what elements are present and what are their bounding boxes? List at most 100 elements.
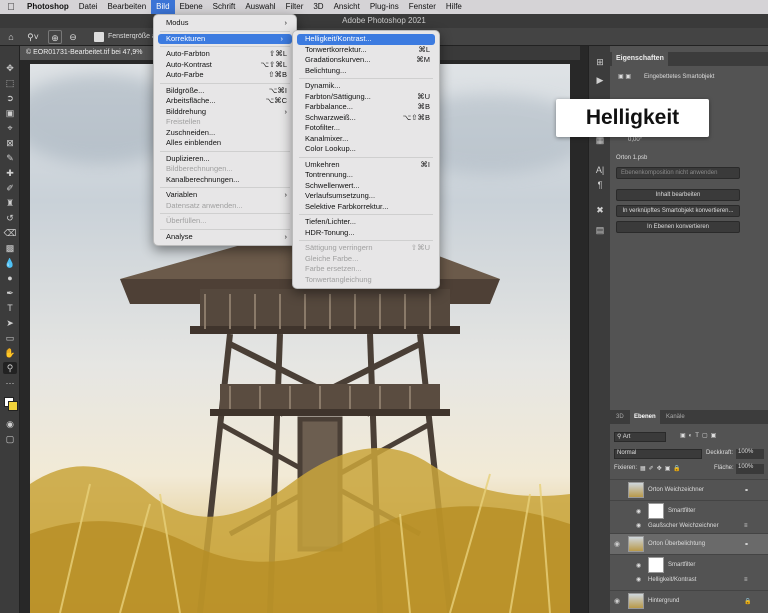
korrekturen-item-belichtung[interactable]: Belichtung...	[293, 66, 439, 77]
apple-icon[interactable]: 	[0, 2, 22, 13]
convert-linked-button[interactable]: In verknüpftes Smartobjekt konvertieren.…	[616, 205, 740, 217]
menu-hilfe[interactable]: Hilfe	[441, 0, 467, 14]
history-panel-icon[interactable]: ⊞	[593, 56, 607, 68]
path-select-tool-icon[interactable]: ➤	[3, 317, 17, 329]
layer-row-hintergrund[interactable]: ◉ Hintergrund 🔒	[610, 590, 768, 611]
pen-tool-icon[interactable]: ✒	[3, 287, 17, 299]
bild-item-analyse[interactable]: Analyse ›	[154, 232, 296, 243]
bild-item-arbeitsfläche[interactable]: Arbeitsfläche... ⌥⌘C	[154, 96, 296, 107]
type-tool-icon[interactable]: T	[3, 302, 17, 314]
korrekturen-item-schwarzweiß[interactable]: Schwarzweiß... ⌥⇧⌘B	[293, 113, 439, 124]
fit-window-checkbox[interactable]	[94, 31, 104, 42]
korrekturen-item-verlaufsumsetzung[interactable]: Verlaufsumsetzung...	[293, 191, 439, 202]
bild-item-bilddrehung[interactable]: Bilddrehung ›	[154, 107, 296, 118]
korrekturen-item-dynamik[interactable]: Dynamik...	[293, 81, 439, 92]
visibility-eye-icon[interactable]: ◉	[614, 540, 620, 548]
bild-item-modus[interactable]: Modus ›	[154, 18, 296, 29]
korrekturen-item-gradationskurven[interactable]: Gradationskurven... ⌘M	[293, 55, 439, 66]
paragraph-panel-icon[interactable]: ¶	[593, 179, 607, 191]
eyedropper-tool-icon[interactable]: ✎	[3, 152, 17, 164]
visibility-eye-icon[interactable]: ◉	[636, 562, 641, 569]
rectangle-tool-icon[interactable]: ▭	[3, 332, 17, 344]
bild-item-zuschneiden[interactable]: Zuschneiden...	[154, 128, 296, 139]
opacity-input[interactable]: 100%	[736, 449, 764, 459]
app-menu[interactable]: Photoshop	[22, 0, 74, 14]
visibility-eye-icon[interactable]: ◉	[614, 597, 620, 605]
tab-3d[interactable]: 3D	[612, 410, 628, 424]
history-brush-tool-icon[interactable]: ↺	[3, 212, 17, 224]
blend-mode-select[interactable]: Normal	[614, 449, 702, 459]
korrekturen-item-tiefen-lichter[interactable]: Tiefen/Lichter...	[293, 217, 439, 228]
clone-stamp-tool-icon[interactable]: ♜	[3, 197, 17, 209]
layer-row-helligkeit-kontrast[interactable]: ◉ Helligkeit/Kontrast ≡	[610, 575, 768, 587]
menu-datei[interactable]: Datei	[74, 0, 103, 14]
korrekturen-item-helligkeit-kontrast[interactable]: Helligkeit/Kontrast...	[297, 34, 435, 45]
dodge-tool-icon[interactable]: ●	[3, 272, 17, 284]
zoom-tool-icon[interactable]: ⚲	[3, 362, 17, 374]
tab-eigenschaften[interactable]: Eigenschaften	[612, 52, 668, 66]
zoom-in-icon[interactable]: ⊕	[48, 29, 62, 44]
layer-comp-select[interactable]: Ebenenkomposition nicht anwenden	[616, 167, 740, 179]
angle-value[interactable]: 0,00°	[628, 137, 642, 143]
bild-item-variablen[interactable]: Variablen ›	[154, 190, 296, 201]
korrekturen-item-schwellenwert[interactable]: Schwellenwert...	[293, 181, 439, 192]
visibility-eye-icon[interactable]: ◉	[636, 522, 641, 529]
layer-row-orton-weichzeichner[interactable]: Orton Weichzeichner ⚭	[610, 479, 768, 500]
bild-item-auto-kontrast[interactable]: Auto-Kontrast ⌥⇧⌘L	[154, 60, 296, 71]
character-panel-icon[interactable]: A|	[593, 164, 607, 176]
korrekturen-item-tontrennung[interactable]: Tontrennung...	[293, 170, 439, 181]
fill-input[interactable]: 100%	[736, 464, 764, 474]
menu-bearbeiten[interactable]: Bearbeiten	[102, 0, 151, 14]
lock-icons[interactable]: ▦✐✥▣🔒	[640, 465, 684, 472]
brush-settings-panel-icon[interactable]: ✖	[593, 204, 607, 216]
korrekturen-item-umkehren[interactable]: Umkehren ⌘I	[293, 160, 439, 171]
tab-ebenen[interactable]: Ebenen	[630, 410, 660, 424]
bild-item-kanalberechnungen[interactable]: Kanalberechnungen...	[154, 175, 296, 186]
actions-panel-icon[interactable]: ▶	[593, 74, 607, 86]
quick-mask-icon[interactable]: ◉	[3, 418, 17, 430]
menu-auswahl[interactable]: Auswahl	[240, 0, 280, 14]
bild-item-duplizieren[interactable]: Duplizieren...	[154, 154, 296, 165]
korrekturen-item-selektive-farbkorrektur[interactable]: Selektive Farbkorrektur...	[293, 202, 439, 213]
korrekturen-item-hdr-tonung[interactable]: HDR-Tonung...	[293, 228, 439, 239]
hand-tool-icon[interactable]: ✋	[3, 347, 17, 359]
crop-tool-icon[interactable]: ⌖	[3, 122, 17, 134]
convert-to-layers-button[interactable]: In Ebenen konvertieren	[616, 221, 740, 233]
menu-3d[interactable]: 3D	[308, 0, 328, 14]
menu-schrift[interactable]: Schrift	[208, 0, 241, 14]
visibility-eye-icon[interactable]: ◉	[636, 576, 641, 583]
move-tool-icon[interactable]: ✥	[3, 62, 17, 74]
layer-row-gauss[interactable]: ◉ Gaußscher Weichzeichner ≡	[610, 521, 768, 533]
menu-ebene[interactable]: Ebene	[175, 0, 208, 14]
filter-options-icon[interactable]: ≡	[744, 523, 748, 529]
edit-contents-button[interactable]: Inhalt bearbeiten	[616, 189, 740, 201]
more-tools-icon[interactable]: ⋯	[3, 377, 17, 389]
menu-ansicht[interactable]: Ansicht	[329, 0, 365, 14]
brush-tool-icon[interactable]: ✐	[3, 182, 17, 194]
korrekturen-item-fotofilter[interactable]: Fotofilter...	[293, 123, 439, 134]
menu-fenster[interactable]: Fenster	[404, 0, 441, 14]
layer-row-smartfilter-1[interactable]: ◉ Smartfilter	[610, 500, 768, 521]
zoom-out-icon[interactable]: ⊖	[66, 30, 80, 44]
layer-row-smartfilter-2[interactable]: ◉ Smartfilter	[610, 554, 768, 575]
layer-filter-kind[interactable]: ⚲ Art	[614, 432, 666, 442]
menu-bild[interactable]: Bild	[151, 0, 175, 14]
bild-item-auto-farbe[interactable]: Auto-Farbe ⇧⌘B	[154, 70, 296, 81]
background-color-swatch[interactable]	[8, 401, 18, 411]
korrekturen-item-farbton-sättigung[interactable]: Farbton/Sättigung... ⌘U	[293, 92, 439, 103]
layer-filter-icons[interactable]: ▣◐T▢▣	[680, 432, 719, 439]
bild-item-alles-einblenden[interactable]: Alles einblenden	[154, 138, 296, 149]
healing-brush-tool-icon[interactable]: ✚	[3, 167, 17, 179]
menu-plugins[interactable]: Plug-ins	[365, 0, 404, 14]
visibility-eye-icon[interactable]: ◉	[636, 508, 641, 515]
gradient-tool-icon[interactable]: ▩	[3, 242, 17, 254]
bild-item-auto-farbton[interactable]: Auto-Farbton ⇧⌘L	[154, 49, 296, 60]
object-select-tool-icon[interactable]: ▣	[3, 107, 17, 119]
bild-item-bildgröße[interactable]: Bildgröße... ⌥⌘I	[154, 86, 296, 97]
layer-row-orton-ueberbelichtung[interactable]: ◉ Orton Überbelichtung ⚭	[610, 533, 768, 554]
clone-source-panel-icon[interactable]: ▤	[593, 224, 607, 236]
korrekturen-item-color-lookup[interactable]: Color Lookup...	[293, 144, 439, 155]
screen-mode-icon[interactable]: ▢	[3, 433, 17, 445]
document-tab[interactable]: © EOR01731-Bearbeitet.tif bei 47,9%	[20, 46, 170, 60]
blur-tool-icon[interactable]: 💧	[3, 257, 17, 269]
